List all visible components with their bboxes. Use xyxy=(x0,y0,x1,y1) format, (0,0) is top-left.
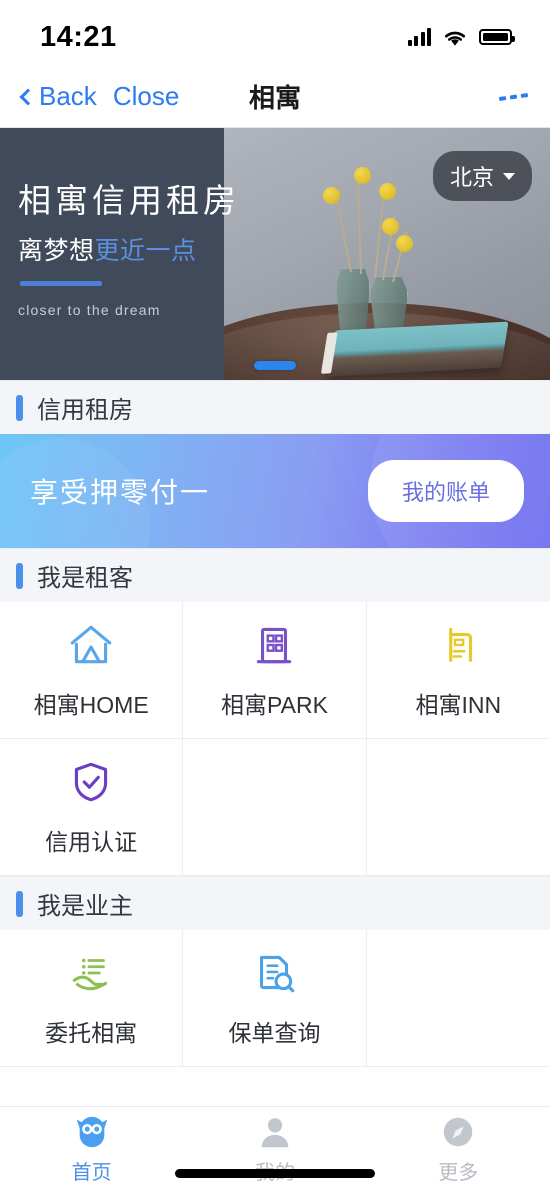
city-selector-label: 北京 xyxy=(450,160,494,192)
grid-item-credit-verification[interactable]: 信用认证 xyxy=(0,739,183,876)
owner-icon-grid: 委托相寓 保单查询 xyxy=(0,930,550,1067)
grid-item-label: 保单查询 xyxy=(228,1014,320,1048)
city-selector[interactable]: 北京 xyxy=(433,151,532,201)
hero-headline: 相寓信用租房 xyxy=(18,183,224,219)
chevron-down-icon xyxy=(503,173,515,180)
hero-english-tagline: closer to the dream xyxy=(18,302,224,318)
back-button[interactable]: Back xyxy=(22,81,97,112)
carousel-indicator[interactable] xyxy=(254,361,296,370)
grid-item-label: 信用认证 xyxy=(45,823,137,857)
credit-promo-banner[interactable]: 享受押零付一 我的账单 xyxy=(0,434,550,548)
shield-check-icon xyxy=(66,757,116,807)
tab-label: 更多 xyxy=(438,1156,478,1185)
promo-banner-text: 享受押零付一 xyxy=(30,471,210,511)
hero-subheadline-blue: 更近一点 xyxy=(95,237,197,265)
owl-home-icon xyxy=(73,1113,111,1151)
wifi-icon xyxy=(442,28,468,47)
compass-more-icon xyxy=(439,1113,477,1151)
photo-flower xyxy=(379,183,396,200)
tab-label: 首页 xyxy=(72,1156,112,1185)
hero-divider-rule xyxy=(20,281,102,286)
person-profile-icon xyxy=(256,1113,294,1151)
document-search-icon xyxy=(249,948,299,998)
status-bar-clock: 14:21 xyxy=(40,21,117,54)
grid-item-xiangyu-home[interactable]: 相寓HOME xyxy=(0,602,183,739)
photo-flower xyxy=(382,218,399,235)
my-bill-button[interactable]: 我的账单 xyxy=(368,460,524,522)
status-bar: 14:21 xyxy=(0,0,550,66)
grid-item-xiangyu-inn[interactable]: 相寓INN xyxy=(367,602,550,739)
photo-book xyxy=(327,322,508,377)
photo-vase-left xyxy=(336,268,370,332)
section-title-tenant: 我是租客 xyxy=(37,558,133,593)
hero-subheadline-white: 离梦想 xyxy=(18,237,95,265)
section-accent-bar xyxy=(16,395,23,421)
photo-flower xyxy=(323,187,340,204)
apartment-building-icon xyxy=(249,620,299,670)
section-title-owner: 我是业主 xyxy=(37,886,133,921)
grid-item-entrust[interactable]: 委托相寓 xyxy=(0,930,183,1067)
hand-entrust-icon xyxy=(66,948,116,998)
section-title-credit: 信用租房 xyxy=(37,390,133,425)
section-accent-bar xyxy=(16,563,23,589)
hero-text-panel: 相寓信用租房 离梦想更近一点 closer to the dream xyxy=(0,128,224,380)
close-button[interactable]: Close xyxy=(113,81,179,112)
grid-item-label: 相寓PARK xyxy=(221,686,328,720)
tab-home[interactable]: 首页 xyxy=(0,1107,183,1190)
section-header-owner: 我是业主 xyxy=(0,876,550,930)
tenant-icon-grid: 相寓HOME 相寓PARK 相寓INN xyxy=(0,602,550,876)
home-indicator[interactable] xyxy=(175,1169,375,1178)
hero-subheadline: 离梦想更近一点 xyxy=(18,231,224,267)
grid-item-label: 委托相寓 xyxy=(45,1014,137,1048)
back-button-label: Back xyxy=(39,81,97,112)
battery-full-icon xyxy=(479,29,512,45)
photo-flower xyxy=(396,235,413,252)
house-outline-icon xyxy=(66,620,116,670)
tab-more[interactable]: 更多 xyxy=(367,1107,550,1190)
grid-empty-cell xyxy=(367,930,550,1067)
section-header-tenant: 我是租客 xyxy=(0,548,550,602)
navigation-bar: Back Close 相寓 xyxy=(0,66,550,128)
hotel-building-icon xyxy=(433,620,483,670)
hero-banner[interactable]: 相寓信用租房 离梦想更近一点 closer to the dream xyxy=(0,128,550,380)
grid-item-xiangyu-park[interactable]: 相寓PARK xyxy=(183,602,366,739)
hero-photo: 北京 xyxy=(224,128,550,380)
section-header-credit: 信用租房 xyxy=(0,380,550,434)
chevron-left-icon xyxy=(20,88,37,105)
cellular-signal-icon xyxy=(408,28,432,46)
photo-flower xyxy=(354,167,371,184)
section-accent-bar xyxy=(16,891,23,917)
grid-item-label: 相寓INN xyxy=(416,686,502,720)
status-bar-icons xyxy=(408,28,513,47)
grid-empty-cell xyxy=(367,739,550,876)
grid-item-policy-search[interactable]: 保单查询 xyxy=(183,930,366,1067)
grid-item-label: 相寓HOME xyxy=(34,686,149,720)
nav-left-group: Back Close xyxy=(22,81,179,112)
photo-vase-right xyxy=(370,276,408,332)
app-screen: 14:21 Back Close 相寓 xyxy=(0,0,550,1190)
grid-empty-cell xyxy=(183,739,366,876)
